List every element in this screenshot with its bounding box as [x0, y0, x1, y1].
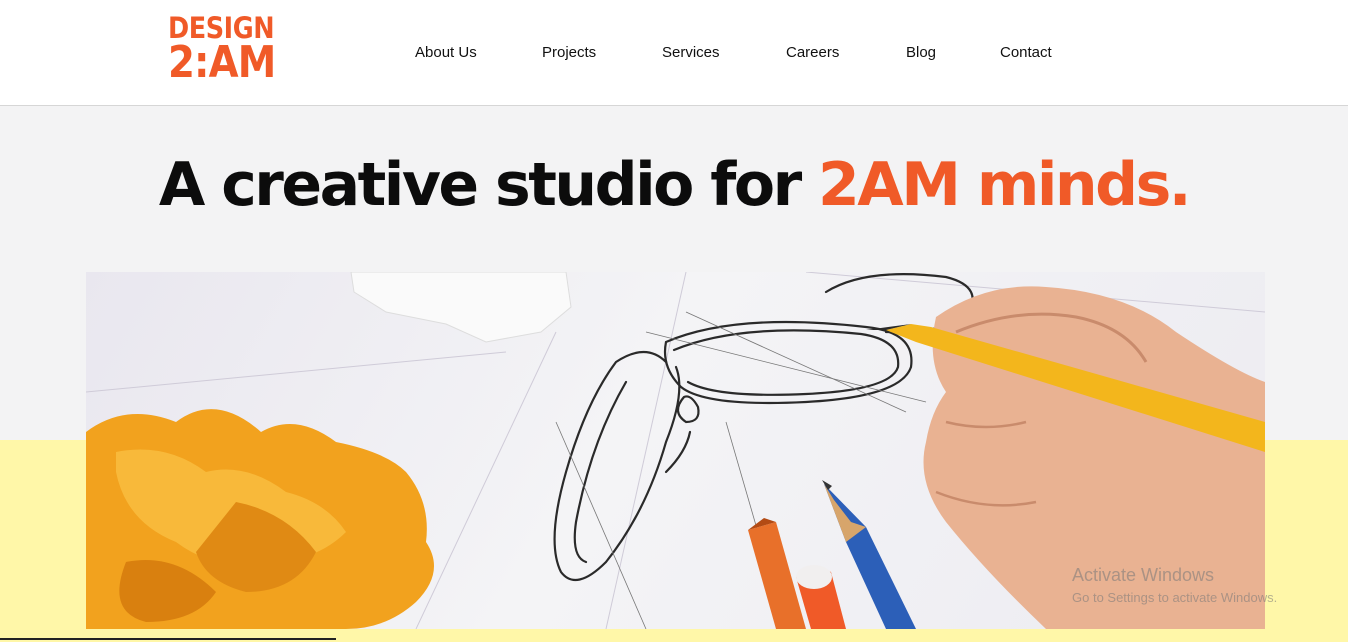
nav-contact[interactable]: Contact — [1000, 44, 1052, 61]
nav-about-us[interactable]: About Us — [415, 44, 477, 61]
site-header: DESIGN 2:AM About Us Projects Services C… — [0, 0, 1348, 106]
main-nav: About Us Projects Services Careers Blog … — [0, 44, 1348, 64]
nav-projects[interactable]: Projects — [542, 44, 596, 61]
sketch-glasses-photo — [86, 272, 1265, 629]
hero-title-accent: 2AM minds. — [818, 150, 1192, 220]
hero-title: A creative studio for 2AM minds. — [0, 150, 1348, 220]
bottom-divider — [0, 638, 336, 640]
nav-blog[interactable]: Blog — [906, 44, 936, 61]
nav-services[interactable]: Services — [662, 44, 720, 61]
hero-image — [86, 272, 1265, 629]
nav-careers[interactable]: Careers — [786, 44, 839, 61]
hero-title-main: A creative studio for — [158, 150, 819, 220]
